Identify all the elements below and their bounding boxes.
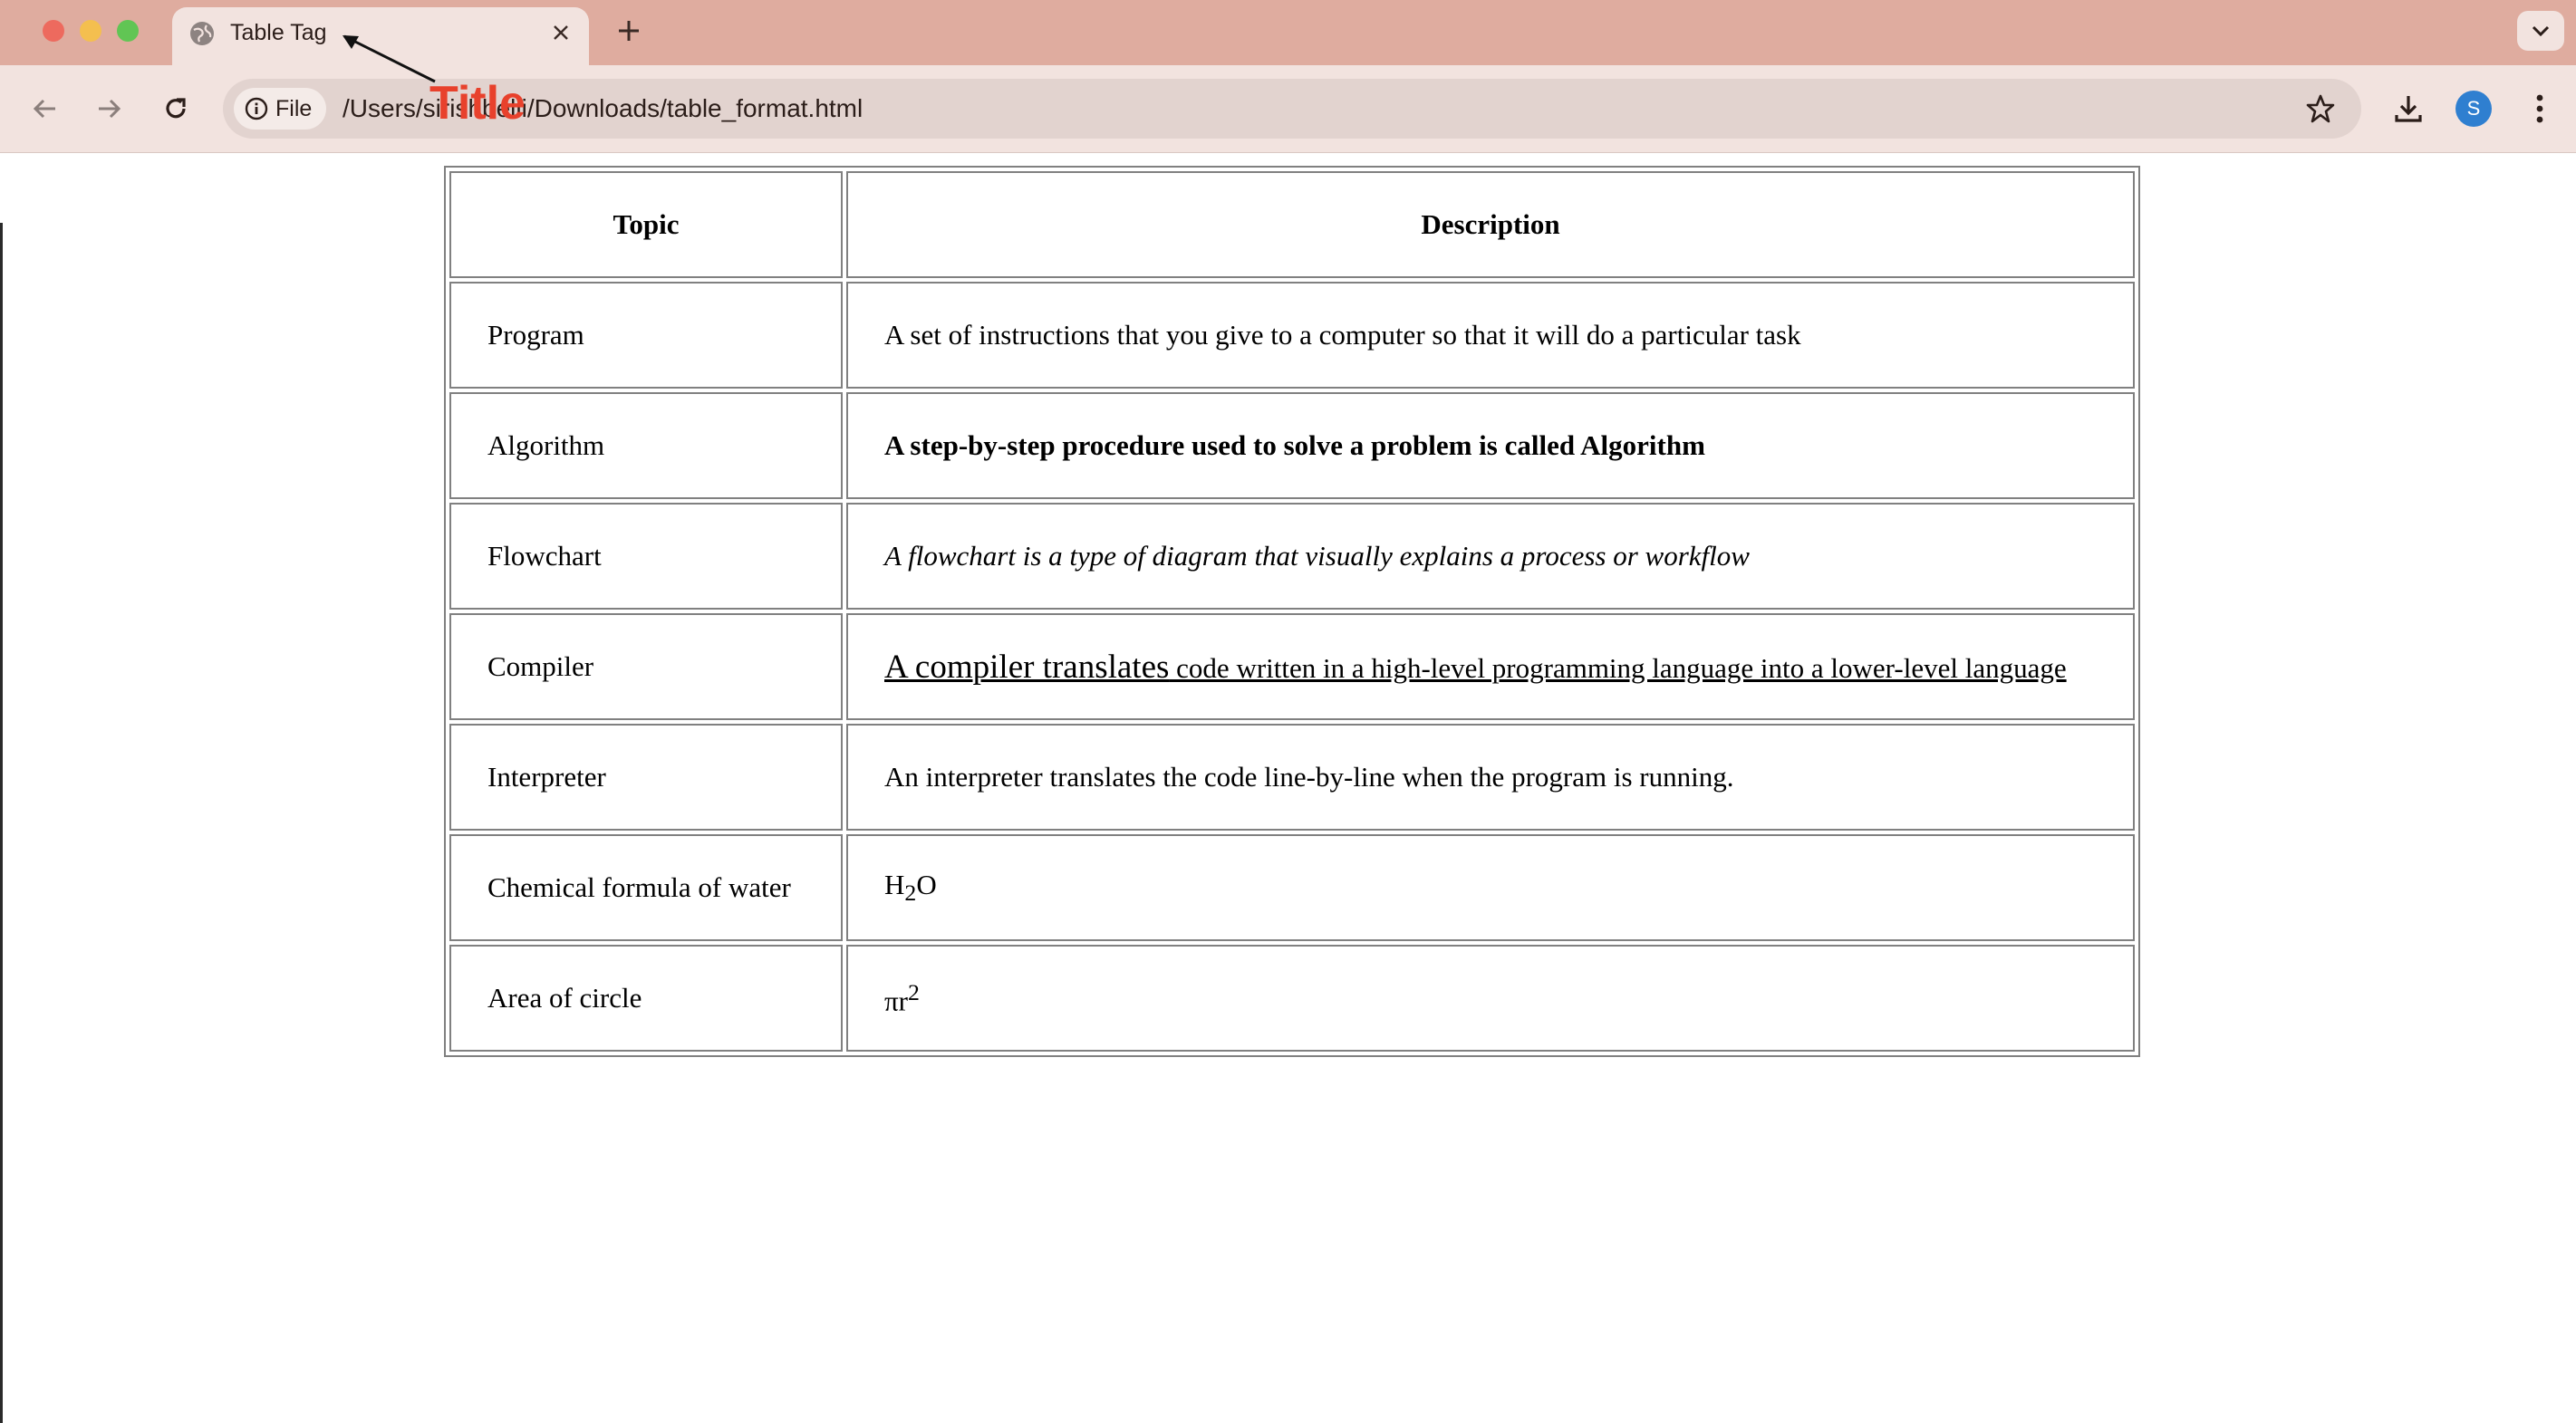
- description-cell: A compiler translates code written in a …: [846, 613, 2135, 720]
- description-big-text: A compiler translates: [884, 648, 1170, 686]
- annotation-label: Title: [429, 77, 526, 130]
- table-header-row: Topic Description: [449, 171, 2135, 278]
- globe-icon: [190, 22, 214, 45]
- column-header-description: Description: [846, 171, 2135, 278]
- download-icon[interactable]: [2388, 89, 2428, 129]
- table-row: Area of circle πr2: [449, 945, 2135, 1052]
- arrow-right-icon[interactable]: [89, 89, 129, 129]
- browser-window: Table Tag File /Users/sirishbelli/Downlo…: [0, 0, 2576, 1423]
- formula-base: H: [884, 868, 905, 900]
- info-icon: [245, 97, 268, 120]
- close-icon[interactable]: [547, 19, 574, 46]
- site-chip-label: File: [275, 95, 313, 121]
- plus-icon[interactable]: [611, 13, 647, 49]
- topic-cell: Interpreter: [449, 724, 843, 831]
- topic-cell: Flowchart: [449, 503, 843, 610]
- table-row: Flowchart A flowchart is a type of diagr…: [449, 503, 2135, 610]
- topic-cell: Compiler: [449, 613, 843, 720]
- address-bar[interactable]: File /Users/sirishbelli/Downloads/table_…: [223, 79, 2361, 139]
- topic-cell: Area of circle: [449, 945, 843, 1052]
- table-row: Algorithm A step-by-step procedure used …: [449, 392, 2135, 499]
- chevron-down-icon[interactable]: [2517, 11, 2564, 51]
- close-window-button[interactable]: [43, 20, 64, 42]
- table-row: Compiler A compiler translates code writ…: [449, 613, 2135, 720]
- data-table: Topic Description Program A set of instr…: [444, 166, 2140, 1057]
- profile-avatar[interactable]: S: [2455, 91, 2492, 127]
- formula-superscript: 2: [907, 978, 920, 1005]
- formula-base: O: [916, 868, 937, 900]
- tab-title: Table Tag: [230, 20, 327, 45]
- table-row: Program A set of instructions that you g…: [449, 282, 2135, 389]
- formula-base: πr: [884, 985, 908, 1017]
- topic-cell: Chemical formula of water: [449, 834, 843, 941]
- arrow-left-icon[interactable]: [25, 89, 65, 129]
- site-info-chip[interactable]: File: [234, 88, 327, 130]
- url-text[interactable]: /Users/sirishbelli/Downloads/table_forma…: [343, 93, 863, 124]
- maximize-window-button[interactable]: [117, 20, 139, 42]
- description-cell: A set of instructions that you give to a…: [846, 282, 2135, 389]
- table-row: Chemical formula of water H2O: [449, 834, 2135, 941]
- table-row: Interpreter An interpreter translates th…: [449, 724, 2135, 831]
- description-cell: An interpreter translates the code line-…: [846, 724, 2135, 831]
- reload-icon[interactable]: [156, 89, 196, 129]
- formula-cell: πr2: [846, 945, 2135, 1052]
- kebab-menu-icon[interactable]: [2520, 89, 2560, 129]
- description-cell: A step-by-step procedure used to solve a…: [846, 392, 2135, 499]
- topic-cell: Program: [449, 282, 843, 389]
- formula-subscript: 2: [904, 880, 917, 907]
- description-cell: A flowchart is a type of diagram that vi…: [846, 503, 2135, 610]
- description-rest-text: code written in a high-level programming…: [1169, 651, 2067, 684]
- page-content: Topic Description Program A set of instr…: [0, 153, 2576, 1423]
- topic-cell: Algorithm: [449, 392, 843, 499]
- formula-cell: H2O: [846, 834, 2135, 941]
- minimize-window-button[interactable]: [80, 20, 101, 42]
- star-icon[interactable]: [2303, 91, 2338, 126]
- column-header-topic: Topic: [449, 171, 843, 278]
- window-edge: [0, 223, 3, 1423]
